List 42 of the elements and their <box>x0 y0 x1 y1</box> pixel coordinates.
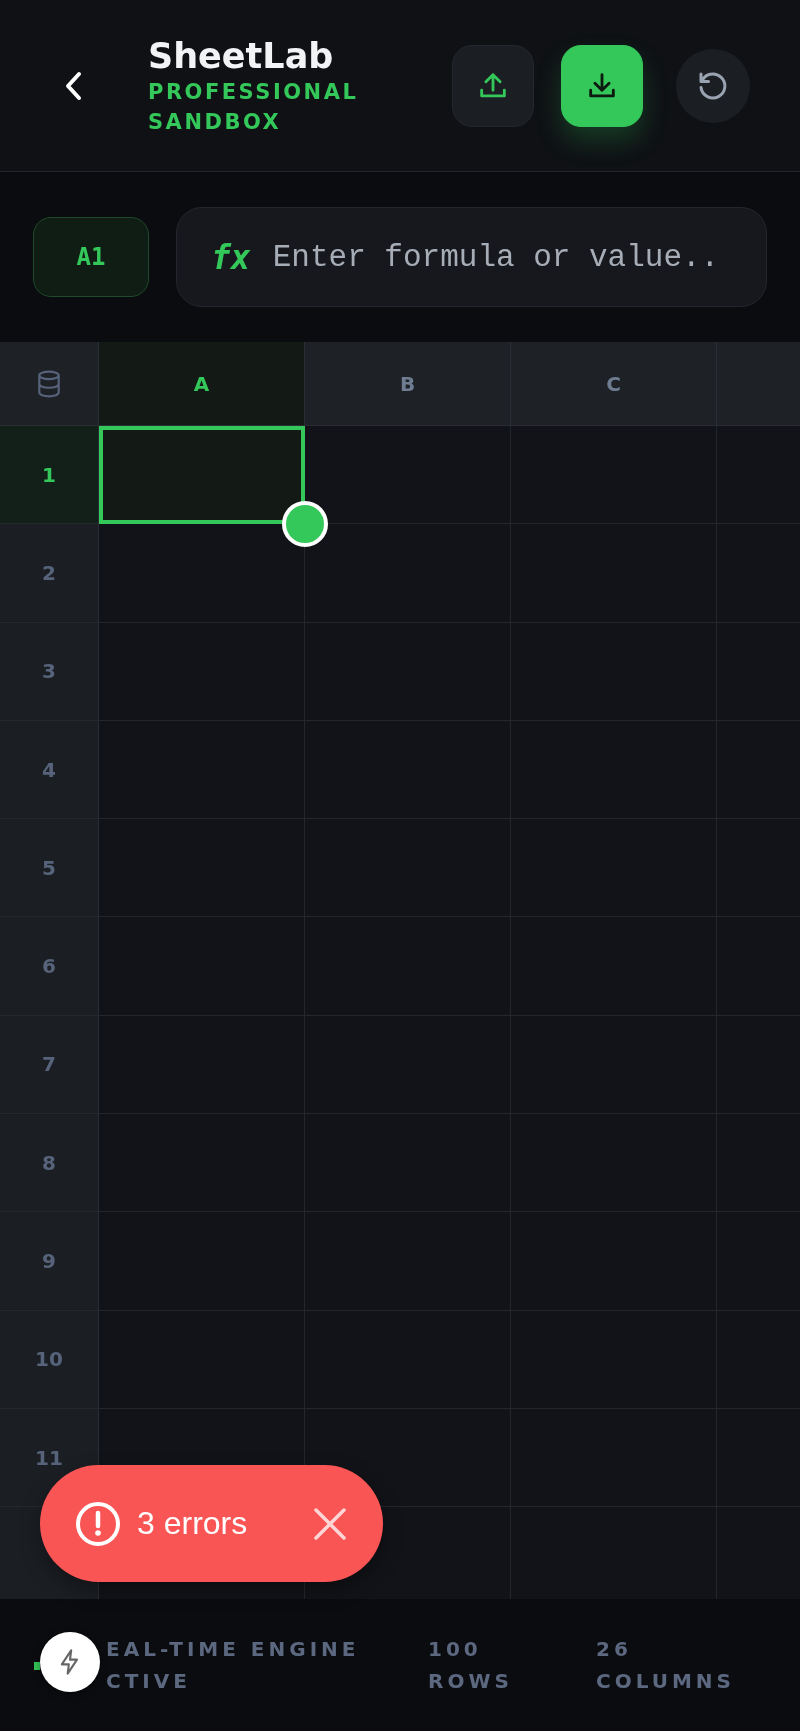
row-header[interactable]: 6 <box>0 917 99 1016</box>
app-subtitle: PROFESSIONAL SANDBOX <box>148 78 360 136</box>
close-button[interactable] <box>313 1506 347 1541</box>
fx-label: fx <box>211 237 251 277</box>
row-header[interactable]: 4 <box>0 720 99 820</box>
grid-cell[interactable] <box>511 426 717 525</box>
grid-cell[interactable] <box>99 1212 305 1311</box>
cell-reference: A1 <box>33 217 149 297</box>
grid-cell[interactable] <box>99 1114 305 1213</box>
upload-button[interactable] <box>452 44 534 127</box>
column-header[interactable]: A <box>99 342 305 426</box>
status-text: 26 COLUMNS <box>596 1635 736 1695</box>
grid-cell[interactable] <box>99 1310 305 1409</box>
row-header[interactable]: 2 <box>0 524 99 623</box>
grid-cell[interactable] <box>99 622 305 721</box>
toast-message: 3 errors <box>137 1505 249 1542</box>
quick-action-button[interactable] <box>40 1632 100 1692</box>
grid-cell[interactable] <box>305 524 511 623</box>
formula-field[interactable]: fx Enter formula or value.. <box>176 207 767 307</box>
selected-cell[interactable] <box>99 426 305 525</box>
database-icon <box>36 369 62 398</box>
row-header[interactable]: 9 <box>0 1212 99 1311</box>
row-header[interactable]: 1 <box>0 426 99 525</box>
status-text: EAL-TIME ENGINE CTIVE <box>106 1635 361 1695</box>
download-button[interactable] <box>561 44 643 127</box>
row-header[interactable]: 7 <box>0 1015 99 1115</box>
row-header[interactable]: 5 <box>0 819 99 918</box>
row-header[interactable]: 10 <box>0 1310 99 1409</box>
column-header[interactable]: C <box>511 342 717 426</box>
column-header[interactable]: B <box>305 342 511 426</box>
fill-handle[interactable] <box>282 501 328 548</box>
formula-input[interactable]: Enter formula or value.. <box>272 227 766 287</box>
status-text: 100 ROWS <box>428 1635 514 1695</box>
row-header[interactable]: 3 <box>0 622 99 721</box>
alert-icon <box>75 1500 121 1547</box>
grid-cell[interactable] <box>99 720 305 820</box>
app-title: SheetLab <box>148 34 335 77</box>
row-header[interactable]: 8 <box>0 1114 99 1213</box>
close-icon <box>313 1506 347 1541</box>
grid-cell[interactable] <box>99 819 305 918</box>
grid-cell[interactable] <box>99 1015 305 1115</box>
grid-cell[interactable] <box>99 917 305 1016</box>
